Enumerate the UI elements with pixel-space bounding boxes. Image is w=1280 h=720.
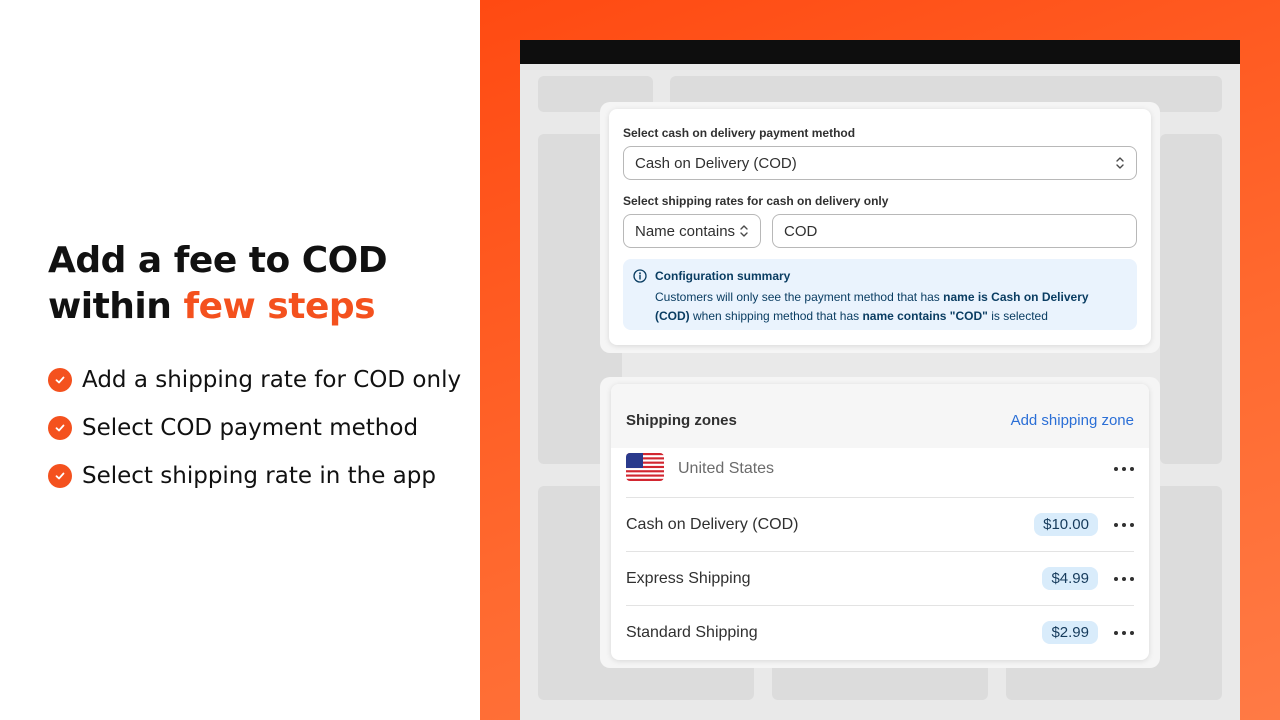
step-item: Select COD payment method <box>48 404 461 452</box>
headline-line-2-prefix: within <box>48 286 184 327</box>
check-circle-icon <box>48 368 72 392</box>
us-flag-icon <box>626 452 664 486</box>
configuration-summary-banner: Configuration summary Customers will onl… <box>623 259 1137 330</box>
rate-price: $4.99 <box>1042 567 1098 590</box>
step-label: Select shipping rate in the app <box>82 463 436 489</box>
condition-text-input[interactable]: COD <box>772 214 1137 248</box>
step-item: Select shipping rate in the app <box>48 452 461 500</box>
condition-value: Name contains <box>635 222 736 240</box>
more-horizontal-icon[interactable] <box>1114 576 1134 581</box>
info-circle-icon <box>633 269 647 288</box>
chevron-up-down-icon <box>739 224 749 238</box>
payment-method-select[interactable]: Cash on Delivery (COD) <box>623 146 1137 180</box>
rate-name: Standard Shipping <box>626 623 758 641</box>
condition-select[interactable]: Name contains <box>623 214 761 248</box>
more-horizontal-icon[interactable] <box>1114 522 1134 527</box>
check-circle-icon <box>48 416 72 440</box>
zone-row-country: United States <box>626 442 1134 496</box>
headline-accent: few steps <box>183 286 376 327</box>
step-item: Add a shipping rate for COD only <box>48 356 461 404</box>
more-horizontal-icon[interactable] <box>1114 467 1134 471</box>
add-shipping-zone-link[interactable]: Add shipping zone <box>1011 412 1134 429</box>
rate-row: Express Shipping $4.99 <box>626 551 1134 605</box>
steps-list: Add a shipping rate for COD only Select … <box>48 356 461 500</box>
summary-text-part: is selected <box>987 309 1048 323</box>
rate-row: Cash on Delivery (COD) $10.00 <box>626 497 1134 551</box>
rate-name: Express Shipping <box>626 569 751 587</box>
app-window: Select cash on delivery payment method C… <box>520 40 1240 720</box>
rate-row: Standard Shipping $2.99 <box>626 605 1134 659</box>
summary-title: Configuration summary <box>655 269 791 283</box>
summary-text-part: when shipping method that has <box>689 309 863 323</box>
more-horizontal-icon[interactable] <box>1114 630 1134 635</box>
left-pane: Add a fee to COD within few steps Add a … <box>0 0 480 720</box>
window-title-bar <box>520 40 1240 64</box>
headline: Add a fee to COD within few steps <box>48 238 388 330</box>
placeholder-block <box>1160 134 1222 464</box>
step-label: Select COD payment method <box>82 415 419 441</box>
summary-text: Customers will only see the payment meth… <box>655 288 1125 326</box>
rate-name: Cash on Delivery (COD) <box>626 515 799 533</box>
config-card: Select cash on delivery payment method C… <box>609 109 1151 345</box>
shipping-rates-label: Select shipping rates for cash on delive… <box>623 194 889 208</box>
summary-text-bold: name contains "COD" <box>862 309 988 323</box>
shipping-zones-card: Shipping zones Add shipping zone United … <box>611 384 1149 660</box>
shipping-zones-header: Shipping zones Add shipping zone <box>611 384 1149 448</box>
rate-price: $10.00 <box>1034 513 1098 536</box>
payment-method-value: Cash on Delivery (COD) <box>635 154 797 172</box>
right-pane: Select cash on delivery payment method C… <box>480 0 1280 720</box>
check-circle-icon <box>48 464 72 488</box>
headline-line-1: Add a fee to COD <box>48 240 388 281</box>
country-name: United States <box>678 460 775 477</box>
condition-text-value: COD <box>784 222 818 240</box>
step-label: Add a shipping rate for COD only <box>82 367 462 393</box>
rate-price: $2.99 <box>1042 621 1098 644</box>
summary-text-part: Customers will only see the payment meth… <box>655 290 944 304</box>
shipping-zones-title: Shipping zones <box>626 412 737 429</box>
chevron-up-down-icon <box>1115 156 1125 170</box>
payment-method-label: Select cash on delivery payment method <box>623 126 856 140</box>
